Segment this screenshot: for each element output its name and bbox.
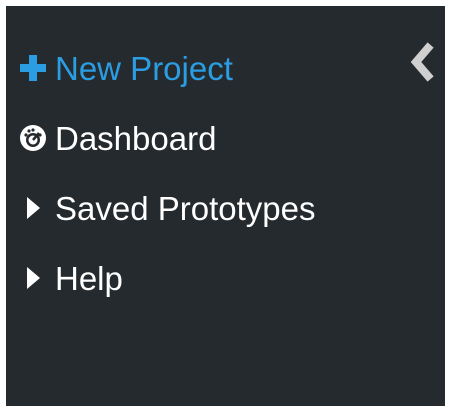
saved-prototypes-label: Saved Prototypes xyxy=(55,189,316,227)
saved-prototypes-item[interactable]: Saved Prototypes xyxy=(16,184,316,232)
help-item[interactable]: Help xyxy=(16,254,123,302)
new-project-item[interactable]: New Project xyxy=(16,44,233,92)
caret-right-icon xyxy=(16,261,50,295)
sidebar-panel: New Project Dashboard Saved Prototypes H… xyxy=(6,6,445,406)
collapse-sidebar-button[interactable] xyxy=(404,40,438,84)
sidebar: New Project Dashboard Saved Prototypes H… xyxy=(0,0,451,412)
caret-right-icon xyxy=(16,191,50,225)
dashboard-gauge-icon xyxy=(16,121,50,155)
help-label: Help xyxy=(55,259,123,297)
new-project-label: New Project xyxy=(55,49,233,87)
plus-icon xyxy=(16,51,50,85)
dashboard-item[interactable]: Dashboard xyxy=(16,114,216,162)
chevron-left-icon xyxy=(410,42,434,82)
dashboard-label: Dashboard xyxy=(55,119,217,157)
